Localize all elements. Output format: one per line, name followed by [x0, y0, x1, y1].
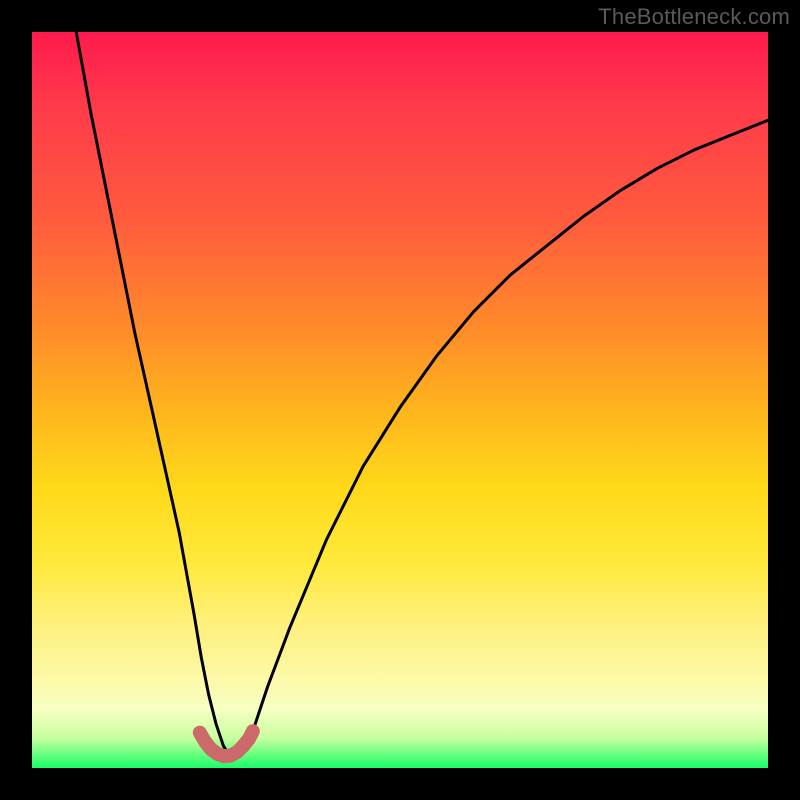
plot-area	[32, 32, 768, 768]
main-curve	[76, 32, 768, 757]
trough-highlight	[200, 731, 253, 756]
watermark-text: TheBottleneck.com	[598, 4, 790, 30]
curve-layer	[32, 32, 768, 768]
chart-frame: TheBottleneck.com	[0, 0, 800, 800]
